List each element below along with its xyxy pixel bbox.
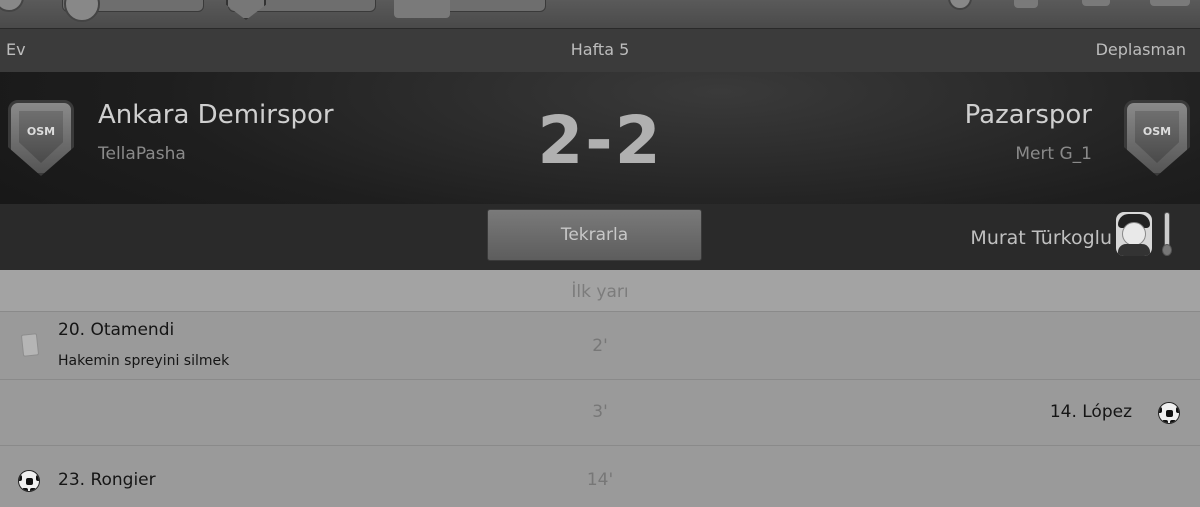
crest-text: OSM [1142,125,1172,138]
replay-button[interactable]: Tekrarla [487,209,702,261]
event-row: 23. Rongier 14' [0,445,1200,507]
clock-icon[interactable] [948,0,972,10]
week-label: Hafta 5 [570,40,630,59]
away-manager-name[interactable]: Mert G_1 [1015,144,1092,164]
soccer-ball-icon [1158,402,1180,424]
referee-avatar [1116,212,1152,256]
thermometer-icon [1162,212,1172,258]
event-row: 20. Otamendi Hakemin spreyini silmek 2' [0,311,1200,379]
event-minute: 14' [586,470,614,490]
event-minute: 3' [592,402,608,422]
list-icon[interactable] [1150,0,1190,6]
top-bar [0,0,1200,28]
away-team-name[interactable]: Pazarspor [965,100,1092,130]
tv-icon [394,0,450,18]
week-bar: Ev Hafta 5 Deplasman [0,28,1200,72]
event-player[interactable]: 14. López [1050,402,1132,422]
menu-icon[interactable] [0,0,24,12]
calendar-icon[interactable] [1082,0,1110,6]
away-label: Deplasman [1095,40,1186,59]
event-row: 3' 14. López [0,379,1200,445]
referee-name: Murat Türkoglu [970,227,1112,249]
bell-icon[interactable] [1014,0,1038,8]
half-label: İlk yarı [0,270,1200,311]
event-minute: 2' [592,336,608,356]
coin-icon [64,0,100,22]
match-header: OSM Ankara Demirspor TellaPasha 2-2 Paza… [0,72,1200,270]
